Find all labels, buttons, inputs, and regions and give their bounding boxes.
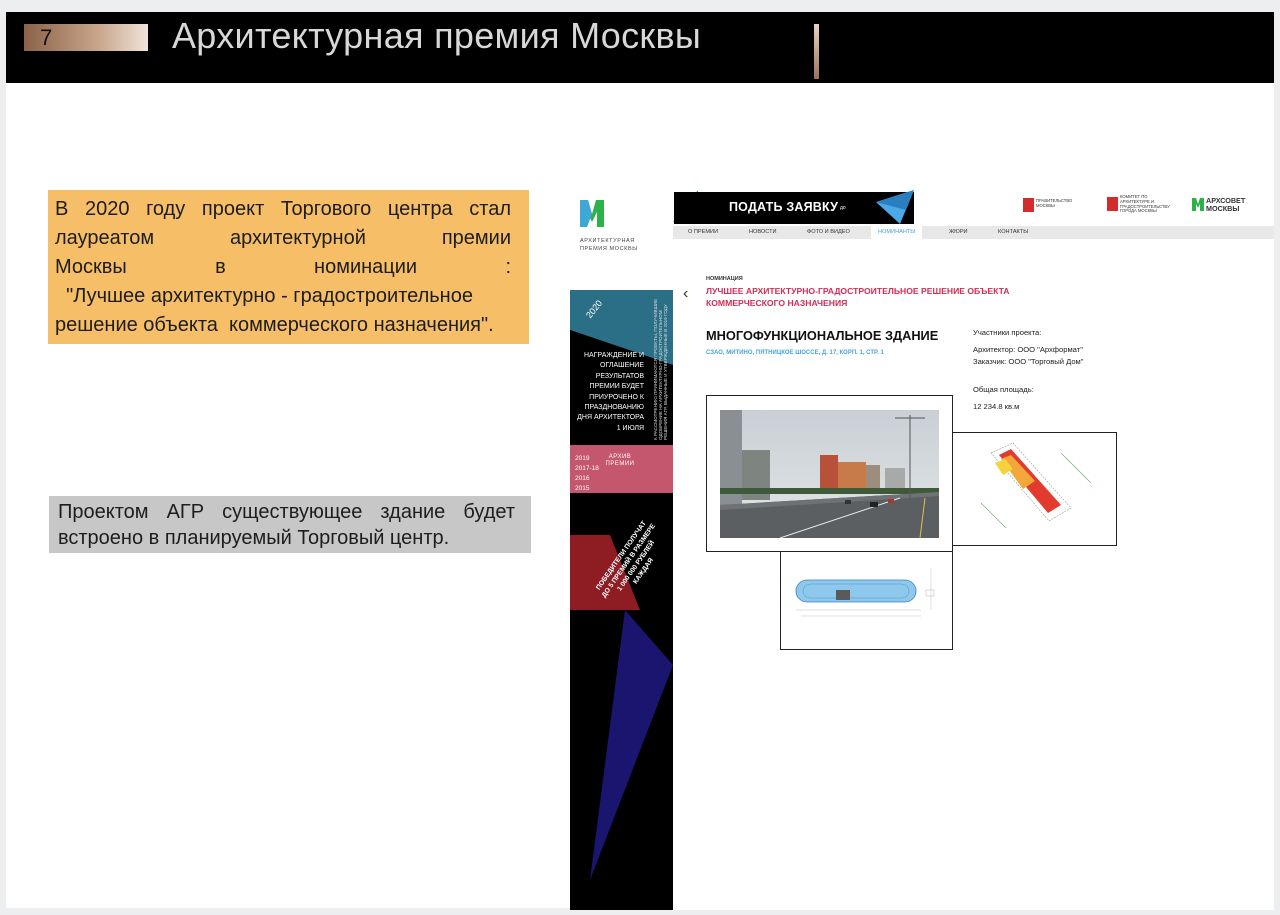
partner-architecture-committee[interactable]: КОМИТЕТ ПО АРХИТЕКТУРЕ И ГРАДОСТРОИТЕЛЬС… [1107, 194, 1175, 214]
building-title: МНОГОФУНКЦИОНАЛЬНОЕ ЗДАНИЕ [706, 328, 939, 343]
archive-year-link[interactable]: 2017-18 [575, 464, 599, 474]
area-value: 12 234.8 кв.м [973, 402, 1020, 411]
award-note-line-3: Москвы в номинации : [55, 256, 511, 278]
partner-label: КОМИТЕТ ПО АРХИТЕКТУРЕ И ГРАДОСТРОИТЕЛЬС… [1120, 194, 1170, 214]
website-screenshot: АРХИТЕКТУРНАЯ ПРЕМИЯ МОСКВЫ 2020 К РАССМ… [570, 190, 1274, 910]
street-photo [720, 410, 939, 538]
archsovet-logo-icon [1192, 198, 1204, 211]
archive-year-link[interactable]: 2016 [575, 474, 599, 484]
award-note: В 2020 году проект Торгового центра стал… [48, 190, 529, 344]
nav-item-news[interactable]: НОВОСТИ [749, 229, 777, 235]
nav-item-nominees[interactable]: НОМИНАНТЫ [871, 226, 923, 239]
award-note-line-4: "Лучшее архитектурно - градостроительное [55, 285, 473, 307]
client-info: Заказчик: ООО "Торговый Дом" [973, 357, 1084, 366]
archive-label[interactable]: АРХИВ ПРЕМИИ [603, 454, 637, 468]
nomination-label: НОМИНАЦИЯ [706, 276, 743, 282]
archive-year-link[interactable]: 2019 [575, 454, 599, 464]
page-number-badge: 7 [24, 24, 148, 51]
header-accent-bar [814, 24, 819, 79]
nav-item-jury[interactable]: ЖЮРИ [949, 229, 968, 235]
partner-moscow-government[interactable]: ПРАВИТЕЛЬСТВО МОСКВЫ [1023, 198, 1074, 212]
page-number: 7 [40, 25, 53, 50]
sidebar-award-text: НАГРАЖДЕНИЕ И ОГЛАШЕНИЕ РЕЗУЛЬТАТОВ ПРЕМ… [577, 352, 644, 432]
floor-plan-drawing [795, 568, 935, 617]
nav-item-contacts[interactable]: КОНТАКТЫ [998, 229, 1028, 235]
archive-years: 2019 2017-18 2016 2015 [575, 454, 599, 494]
site-plan-image[interactable] [950, 432, 1117, 546]
sidebar-vertical-text: К РАССМОТРЕНИЮ ПРИНИМАЮТСЯ ПРОЕКТЫ, ПОЛУ… [653, 298, 668, 440]
nomination-title: ЛУЧШЕЕ АРХИТЕКТУРНО-ГРАДОСТРОИТЕЛЬНОЕ РЕ… [706, 286, 1010, 308]
building-address: СЗАО, МИТИНО, ПЯТНИЦКОЕ ШОССЕ, Д. 17, КО… [706, 350, 884, 356]
chevron-left-icon[interactable]: ‹ [683, 285, 688, 303]
site-sidebar: АРХИТЕКТУРНАЯ ПРЕМИЯ МОСКВЫ 2020 К РАССМ… [570, 190, 673, 910]
submit-application-label: ПОДАТЬ ЗАЯВКУ [729, 200, 839, 214]
moscow-coat-of-arms-icon [1107, 197, 1118, 211]
archsovet-logo[interactable]: АРХСОВЕТ МОСКВЫ [1192, 196, 1248, 213]
premium-logo-icon [580, 200, 604, 227]
sidebar-logo-area: АРХИТЕКТУРНАЯ ПРЕМИЯ МОСКВЫ [570, 190, 673, 290]
area-label: Общая площадь: [973, 385, 1034, 394]
archive-year-link[interactable]: 2015 [575, 484, 599, 494]
nav-item-about[interactable]: О ПРЕМИИ [688, 229, 718, 235]
slide-header: 7 Архитектурная премия Москвы [6, 12, 1274, 83]
agr-note: Проектом АГР существующее здание будет в… [49, 496, 531, 553]
photo-frame[interactable] [706, 395, 953, 552]
moscow-coat-of-arms-icon [1023, 198, 1034, 212]
architect-info: Архитектор: ООО "Архформат" [973, 345, 1083, 354]
partner-label: ПРАВИТЕЛЬСТВО МОСКВЫ [1036, 198, 1073, 208]
slide-title: Архитектурная премия Москвы [172, 15, 702, 56]
nav-item-media[interactable]: ФОТО И ВИДЕО [807, 229, 850, 235]
site-nav: О ПРЕМИИ НОВОСТИ ФОТО И ВИДЕО НОМИНАНТЫ … [673, 226, 1274, 239]
sidebar-logo-text: АРХИТЕКТУРНАЯ ПРЕМИЯ МОСКВЫ [580, 238, 638, 252]
award-note-line-2: лауреатом архитектурной премии [55, 227, 511, 249]
floor-plan-image[interactable] [780, 549, 953, 650]
award-note-line-5: решение объекта коммерческого назначения… [55, 314, 494, 336]
agr-note-line-2: встроено в планируемый Торговый центр. [58, 527, 450, 549]
agr-note-line-1: Проектом АГР существующее здание будет [58, 501, 515, 523]
submit-application-small: до [840, 205, 846, 211]
participants-label: Участники проекта: [973, 328, 1042, 337]
cta-right-triangle [876, 190, 914, 224]
archsovet-logo-text: АРХСОВЕТ МОСКВЫ [1206, 196, 1246, 213]
site-plan-drawing [980, 442, 1092, 529]
award-note-line-1: В 2020 году проект Торгового центра стал [55, 198, 511, 220]
